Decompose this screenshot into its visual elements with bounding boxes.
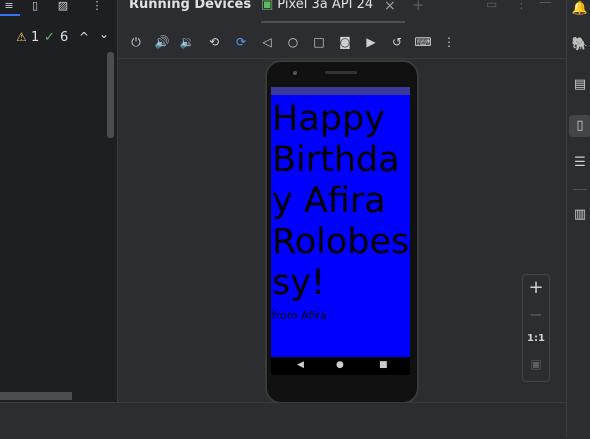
minimize-icon[interactable]: — xyxy=(539,0,552,10)
split-icon[interactable]: ▯ xyxy=(28,0,42,12)
tab-device-label: Pixel 3a API 24 xyxy=(277,0,374,12)
phone-screen[interactable]: Happy Birthday Afira Rolobessy! from Afi… xyxy=(271,87,410,357)
warning-icon: ⚠ xyxy=(16,30,27,44)
vertical-scrollbar[interactable] xyxy=(107,52,114,138)
record-icon[interactable]: ▶ xyxy=(362,33,380,51)
nav-home-icon[interactable]: ● xyxy=(336,360,344,370)
rotate-right-icon[interactable]: ⟳ xyxy=(232,33,250,51)
more-icon[interactable]: ⋮ xyxy=(515,0,528,12)
phone-nav-bar: ◀ ● ■ xyxy=(271,357,410,375)
volume-up-icon[interactable]: 🔊 xyxy=(153,33,171,51)
history-icon[interactable]: ↺ xyxy=(388,33,406,51)
tab-pixel-device[interactable]: ▣ Pixel 3a API 24 xyxy=(261,0,373,12)
zoom-in-button[interactable]: + xyxy=(523,277,549,298)
zoom-actual-button[interactable]: 1:1 xyxy=(523,333,549,344)
device-toolbar: ⏻ 🔊 🔉 ⟲ ⟳ ◁ ○ □ ◙ ▶ ↺ ⌨ ⋮ xyxy=(118,30,566,54)
bottom-bar xyxy=(0,402,566,439)
typo-count: 6 xyxy=(60,30,69,45)
warning-count: 1 xyxy=(31,30,40,45)
window-icon[interactable]: ▭ xyxy=(486,0,497,11)
active-indicator xyxy=(0,14,20,16)
tab-bar: Running Devices ▣ Pixel 3a API 24 × + ▭ ⋮… xyxy=(118,0,566,24)
list-icon[interactable]: ≡ xyxy=(2,0,16,12)
overview-icon[interactable]: □ xyxy=(310,33,328,51)
chevron-down-icon[interactable]: ⌄ xyxy=(99,27,109,41)
image-icon[interactable]: ▨ xyxy=(56,0,70,12)
divider xyxy=(573,189,587,190)
back-icon[interactable]: ◁ xyxy=(258,33,276,51)
chevron-up-icon[interactable]: ^ xyxy=(79,30,89,44)
gradle-icon[interactable]: 🐘 xyxy=(571,36,589,54)
running-devices-icon[interactable]: ▯ xyxy=(569,115,590,137)
add-tab-icon[interactable]: + xyxy=(412,0,425,14)
camera-icon[interactable]: ◙ xyxy=(336,33,354,51)
more-icon[interactable]: ⋮ xyxy=(90,0,104,12)
structure-icon[interactable]: ☰ xyxy=(571,154,589,172)
rotate-left-icon[interactable]: ⟲ xyxy=(205,33,223,51)
zoom-fit-icon[interactable]: ▣ xyxy=(523,357,549,371)
keyboard-icon[interactable]: ⌨ xyxy=(414,33,432,51)
tab-running-devices[interactable]: Running Devices xyxy=(129,0,251,12)
zoom-out-button[interactable]: − xyxy=(523,305,549,324)
zoom-controls: + − 1:1 ▣ xyxy=(522,274,550,382)
status-bar xyxy=(271,87,410,95)
right-tool-strip: 🔔 🐘 ▤ ▯ ☰ ▥ xyxy=(566,0,590,438)
speaker-grille xyxy=(325,71,357,74)
nav-overview-icon[interactable]: ■ xyxy=(379,360,388,370)
device-explorer-icon[interactable]: ▥ xyxy=(571,206,589,224)
nav-back-icon[interactable]: ◀ xyxy=(297,360,304,370)
greeting-text: Happy Birthday Afira Rolobessy! xyxy=(272,99,410,303)
tab-underline xyxy=(261,21,405,23)
signature-text: from Afira xyxy=(272,309,327,322)
camera-dot xyxy=(293,71,297,75)
power-icon[interactable]: ⏻ xyxy=(127,33,145,51)
device-icon: ▣ xyxy=(261,0,274,12)
notifications-icon[interactable]: 🔔 xyxy=(571,0,589,18)
more-icon[interactable]: ⋮ xyxy=(440,33,458,51)
check-icon: ✓ xyxy=(44,30,55,45)
volume-down-icon[interactable]: 🔉 xyxy=(178,33,196,51)
device-manager-icon[interactable]: ▤ xyxy=(571,76,589,94)
close-icon[interactable]: × xyxy=(384,0,396,14)
project-panel: ≡ ▯ ▨ ⋮ ⚠ 1 ✓ 6 ^ ⌄ xyxy=(0,0,118,402)
inspection-widget[interactable]: ⚠ 1 ✓ 6 ^ ⌄ xyxy=(0,27,117,48)
horizontal-scrollbar[interactable] xyxy=(0,392,72,400)
home-icon[interactable]: ○ xyxy=(284,33,302,51)
